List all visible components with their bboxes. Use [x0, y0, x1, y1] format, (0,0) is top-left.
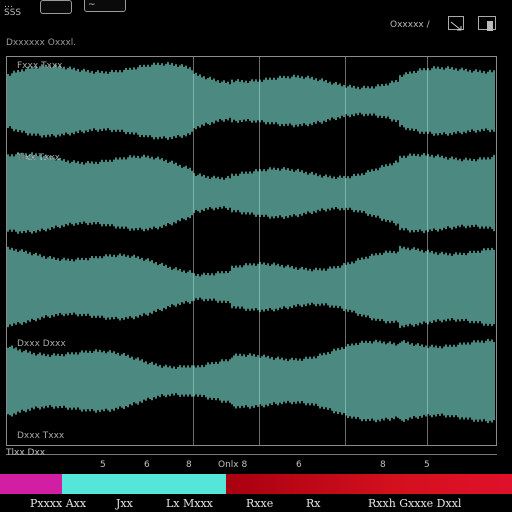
footer-label: Lx Mxxx	[166, 497, 213, 510]
toolbar-label-left-2: SSS	[4, 8, 22, 18]
footer-label: Jxx	[116, 497, 133, 510]
waveform-track	[7, 245, 495, 329]
track-label: Tlxx Txxx	[17, 153, 60, 163]
waveform-track	[7, 152, 495, 234]
waveform-strokes	[7, 245, 495, 329]
waveform-tracks	[7, 62, 495, 424]
waveform-track	[7, 62, 495, 140]
timeline-axis	[6, 454, 497, 455]
segment-red[interactable]	[226, 474, 512, 494]
footer-label: Rxxe	[246, 497, 274, 510]
toolbar-right-button[interactable]: ~	[84, 0, 126, 12]
waveform-plot[interactable]: Fxxx Txxx Tlxx Txxx Dxxx Dxxx Dxxx Txxx	[6, 56, 497, 446]
segment-magenta[interactable]	[0, 474, 62, 494]
resize-icon[interactable]	[448, 16, 464, 31]
toolbar-left-button[interactable]	[40, 0, 72, 14]
timeline-tick-label: 8	[186, 460, 192, 470]
footer-label: Pxxxx Axx	[30, 497, 87, 510]
waveform-track	[7, 338, 495, 424]
toolbar-right-info: Oxxxxx /	[390, 20, 430, 30]
timeline-tick-label: 5	[100, 460, 106, 470]
timeline-tick-label: 6	[296, 460, 302, 470]
timeline-tick-label: 6	[144, 460, 150, 470]
waveform-strokes	[7, 62, 495, 140]
timeline-tick-label: 5	[424, 460, 430, 470]
segment-cyan[interactable]	[62, 474, 226, 494]
track-label: Dxxx Txxx	[17, 431, 65, 441]
waveform-strokes	[7, 338, 495, 424]
track-label: Fxxx Txxx	[17, 61, 63, 71]
timeline-tick-label: Tlxx Dxx	[6, 448, 46, 458]
timeline-tick-label: Onlx 8	[218, 460, 248, 470]
footer-color-bar[interactable]	[0, 474, 512, 494]
track-label: Dxxx Dxxx	[17, 339, 66, 349]
waveform-strokes	[7, 152, 495, 234]
top-toolbar: … SSS V ~ Oxxxxx / Dxxxxxx Oxxxl.	[0, 0, 512, 48]
timeline-tick-label: 8	[380, 460, 386, 470]
footer-label: Rxxh Gxxxe Dxxl	[368, 497, 462, 510]
toolbar-subtitle: Dxxxxxx Oxxxl.	[6, 38, 77, 48]
panel-icon[interactable]	[478, 16, 496, 31]
footer-label: Rx	[306, 497, 321, 510]
